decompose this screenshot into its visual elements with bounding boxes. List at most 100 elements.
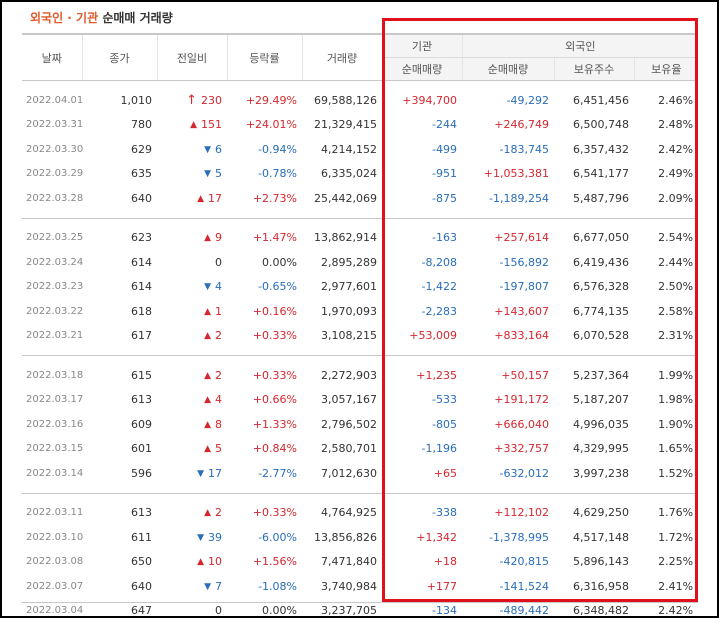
cell-close: 617 (82, 324, 157, 349)
cell-rate: -1.08% (227, 574, 302, 599)
cell-foreign-net: +191,172 (462, 388, 554, 413)
cell-volume: 2,272,903 (302, 363, 382, 388)
cell-close: 596 (82, 461, 157, 486)
cell-foreign-net: -632,012 (462, 461, 554, 486)
cell-rate: +0.33% (227, 324, 302, 349)
up-triangle-icon: ▲ (204, 307, 211, 317)
change-value: 39 (208, 531, 222, 544)
cell-foreign-ratio: 1.76% (634, 501, 698, 526)
cell-foreign-shares: 6,500,748 (554, 113, 634, 138)
down-triangle-icon: ▼ (197, 469, 204, 479)
cell-foreign-shares: 6,070,528 (554, 324, 634, 349)
row-spacer (22, 494, 698, 501)
cell-institution-net: +177 (382, 574, 462, 599)
up-triangle-icon: ▲ (204, 371, 211, 381)
cell-institution-net: -499 (382, 137, 462, 162)
cell-close: 601 (82, 437, 157, 462)
cell-rate: +0.66% (227, 388, 302, 413)
cell-rate: +1.56% (227, 550, 302, 575)
cell-close: 650 (82, 550, 157, 575)
header-rate: 등락률 (227, 34, 302, 81)
row-spacer (22, 219, 698, 226)
header-date: 날짜 (22, 34, 82, 81)
cell-foreign-net: -420,815 (462, 550, 554, 575)
cell-change: ▲151 (157, 113, 227, 138)
cell-volume: 1,970,093 (302, 299, 382, 324)
cell-foreign-shares: 3,997,238 (554, 461, 634, 486)
cell-volume: 25,442,069 (302, 186, 382, 211)
cell-foreign-ratio: 1.65% (634, 437, 698, 462)
down-triangle-icon: ▼ (197, 533, 204, 543)
cell-volume: 2,796,502 (302, 412, 382, 437)
cell-volume: 69,588,126 (302, 88, 382, 113)
cell-volume: 21,329,415 (302, 113, 382, 138)
title-foreign: 외국인 (30, 11, 63, 25)
table-row: 2022.03.31780▲151+24.01%21,329,415-244+2… (22, 113, 698, 138)
table-row: 2022.03.08650▲10+1.56%7,471,840+18-420,8… (22, 550, 698, 575)
cell-foreign-ratio: 2.09% (634, 186, 698, 211)
change-value: 10 (208, 555, 222, 568)
down-triangle-icon: ▼ (204, 282, 211, 292)
change-value: 1 (215, 305, 222, 318)
cell-volume: 7,012,630 (302, 461, 382, 486)
cell-close: 614 (82, 250, 157, 275)
table-row: 2022.03.16609▲8+1.33%2,796,502-805+666,0… (22, 412, 698, 437)
cell-foreign-net: -1,378,995 (462, 525, 554, 550)
header-foreign-net: 순매매량 (462, 58, 554, 81)
cell-foreign-net: +1,053,381 (462, 162, 554, 187)
spacer-cell (22, 356, 698, 363)
cell-close: 640 (82, 186, 157, 211)
cell-foreign-ratio: 1.99% (634, 363, 698, 388)
cell-close: 613 (82, 388, 157, 413)
table-row: 2022.03.25623▲9+1.47%13,862,914-163+257,… (22, 226, 698, 251)
cell-date: 2022.03.29 (22, 162, 82, 187)
cell-foreign-shares: 6,357,432 (554, 137, 634, 162)
cell-change: ▲10 (157, 550, 227, 575)
cell-change: ▲9 (157, 226, 227, 251)
cell-date: 2022.03.18 (22, 363, 82, 388)
change-value: 7 (215, 580, 222, 593)
cell-foreign-net: -156,892 (462, 250, 554, 275)
cell-close: 640 (82, 574, 157, 599)
cell-date: 2022.03.17 (22, 388, 82, 413)
cell-foreign-net: +332,757 (462, 437, 554, 462)
cell-foreign-shares: 5,896,143 (554, 550, 634, 575)
row-spacer (22, 486, 698, 494)
cell-foreign-shares: 6,419,436 (554, 250, 634, 275)
change-value: 17 (208, 467, 222, 480)
cell-change: ▲2 (157, 363, 227, 388)
cell-change: ▼4 (157, 275, 227, 300)
cell-close: 613 (82, 501, 157, 526)
cell-foreign-ratio: 2.46% (634, 88, 698, 113)
upper-limit-arrow-icon: ↑ (186, 93, 197, 108)
cell-foreign-ratio: 2.31% (634, 324, 698, 349)
cell-rate: +0.33% (227, 501, 302, 526)
cell-foreign-shares: 4,996,035 (554, 412, 634, 437)
cell-change: ▼ 39 (157, 525, 227, 550)
cell-rate: -0.65% (227, 275, 302, 300)
cell-institution-net: -1,422 (382, 275, 462, 300)
cell-date: 2022.03.24 (22, 250, 82, 275)
down-triangle-icon: ▼ (204, 145, 211, 155)
table-row: 2022.03.2461400.00%2,895,289-8,208-156,8… (22, 250, 698, 275)
cell-foreign-shares: 5,237,364 (554, 363, 634, 388)
table-row: 2022.03.22618▲1+0.16%1,970,093-2,283+143… (22, 299, 698, 324)
cell-rate: +2.73% (227, 186, 302, 211)
spacer-cell (22, 486, 698, 494)
change-value: 4 (215, 393, 222, 406)
header-volume: 거래량 (302, 34, 382, 81)
table-row: 2022.03.14596▼17-2.77%7,012,630+65-632,0… (22, 461, 698, 486)
cell-rate: -0.94% (227, 137, 302, 162)
cell-rate: +24.01% (227, 113, 302, 138)
row-spacer (22, 81, 698, 89)
cell-foreign-ratio: 2.58% (634, 299, 698, 324)
cell-close: 614 (82, 275, 157, 300)
spacer-cell (22, 211, 698, 219)
cell-date: 2022.03.08 (22, 550, 82, 575)
cell-date: 2022.03.14 (22, 461, 82, 486)
cell-foreign-shares: 4,329,995 (554, 437, 634, 462)
cell-foreign-ratio: 1.90% (634, 412, 698, 437)
table-row: 2022.03.11613▲2+0.33%4,764,925-338+112,1… (22, 501, 698, 526)
table-row: 2022.03.18615▲2+0.33%2,272,903+1,235+50,… (22, 363, 698, 388)
cell-change: ▲2 (157, 501, 227, 526)
